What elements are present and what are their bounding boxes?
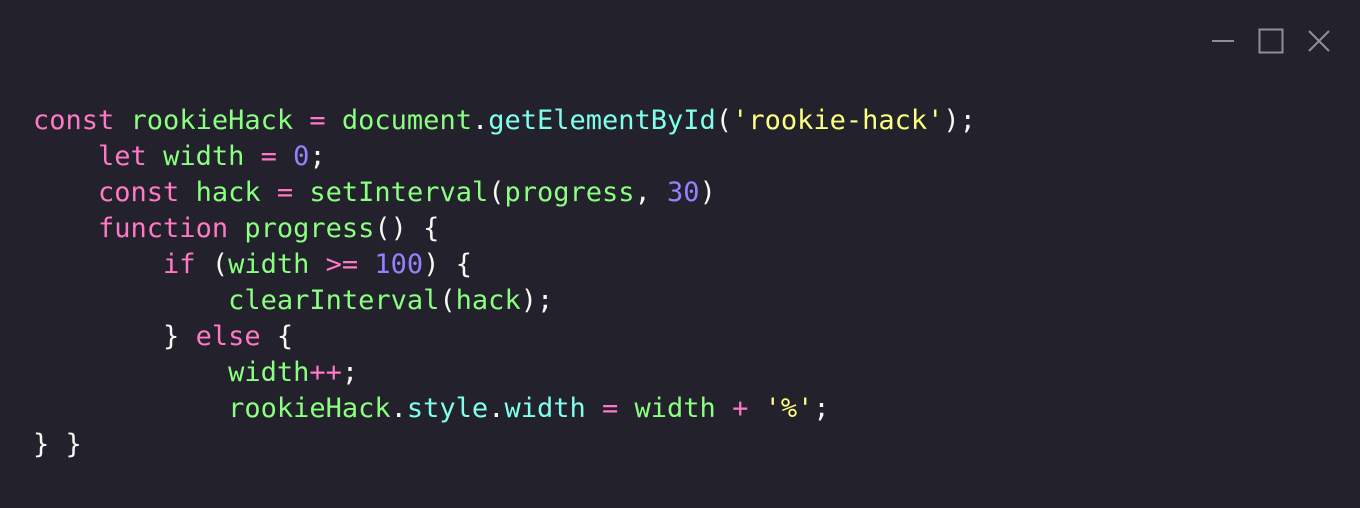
code-token: ) <box>699 177 716 208</box>
code-token: . <box>390 393 407 424</box>
code-token: () { <box>374 213 440 244</box>
minimize-button[interactable] <box>1210 28 1236 54</box>
code-token: , <box>634 177 668 208</box>
code-line: clearInterval(hack); <box>33 283 976 319</box>
code-token: . <box>488 393 505 424</box>
code-token: width <box>504 393 586 424</box>
code-token: hack <box>195 177 261 208</box>
code-line: const rookieHack = document.getElementBy… <box>33 103 976 139</box>
code-token: ( <box>488 177 505 208</box>
minimize-icon <box>1212 40 1234 42</box>
code-token: width <box>634 393 716 424</box>
code-token: clearInterval <box>228 285 440 316</box>
code-token: 30 <box>667 177 700 208</box>
code-token: . <box>471 105 489 136</box>
code-token: const <box>98 177 180 208</box>
code-token: const <box>33 105 115 136</box>
code-token: rookieHack <box>228 393 391 424</box>
code-token: = <box>276 177 294 208</box>
code-token: function <box>98 213 229 244</box>
maximize-icon <box>1258 28 1284 54</box>
code-token: '%' <box>764 393 814 424</box>
maximize-button[interactable] <box>1258 28 1284 54</box>
code-token: } <box>33 321 196 352</box>
code-token: 100 <box>374 249 424 280</box>
code-token: else <box>195 321 261 352</box>
code-token: ( <box>439 285 456 316</box>
close-icon <box>1308 30 1330 52</box>
code-token: rookieHack <box>130 105 294 136</box>
code-line: width++; <box>33 355 976 391</box>
code-token: progress <box>504 177 635 208</box>
code-token: width <box>228 249 310 280</box>
code-token: style <box>406 393 489 424</box>
code-token: >= <box>325 249 359 280</box>
code-token: width <box>228 357 310 388</box>
code-token: width <box>163 141 245 172</box>
code-token: ; <box>341 357 359 388</box>
code-line: } } <box>33 427 976 463</box>
code-line: function progress() { <box>33 211 976 247</box>
code-token: ; <box>813 393 830 424</box>
code-line: const hack = setInterval(progress, 30) <box>33 175 976 211</box>
code-line: } else { <box>33 319 976 355</box>
code-token: } } <box>33 429 82 460</box>
code-token: hack <box>455 285 521 316</box>
code-token: progress <box>244 213 375 244</box>
code-token: 0 <box>293 141 310 172</box>
code-token: getElementById <box>488 105 716 136</box>
code-block: const rookieHack = document.getElementBy… <box>33 103 976 463</box>
code-token: setInterval <box>309 177 489 208</box>
code-token: + <box>732 393 749 424</box>
code-line: if (width >= 100) { <box>33 247 976 283</box>
code-line: rookieHack.style.width = width + '%'; <box>33 391 976 427</box>
code-token: ++ <box>309 357 342 388</box>
code-token: 'rookie-hack' <box>732 105 944 136</box>
close-button[interactable] <box>1306 28 1332 54</box>
code-token: ( <box>195 249 229 280</box>
code-token: document <box>341 105 472 136</box>
code-token: ); <box>520 285 554 316</box>
code-token: ) { <box>423 249 472 280</box>
code-token: ); <box>943 105 976 136</box>
code-token: = <box>602 393 619 424</box>
code-token: ( <box>715 105 733 136</box>
code-token: let <box>98 141 147 172</box>
code-window: const rookieHack = document.getElementBy… <box>0 0 1360 508</box>
window-controls <box>1210 28 1332 54</box>
code-token: = <box>260 141 277 172</box>
code-token: { <box>260 321 294 352</box>
code-token: ; <box>309 141 326 172</box>
code-line: let width = 0; <box>33 139 976 175</box>
code-token: if <box>163 249 196 280</box>
code-token: = <box>309 105 326 136</box>
